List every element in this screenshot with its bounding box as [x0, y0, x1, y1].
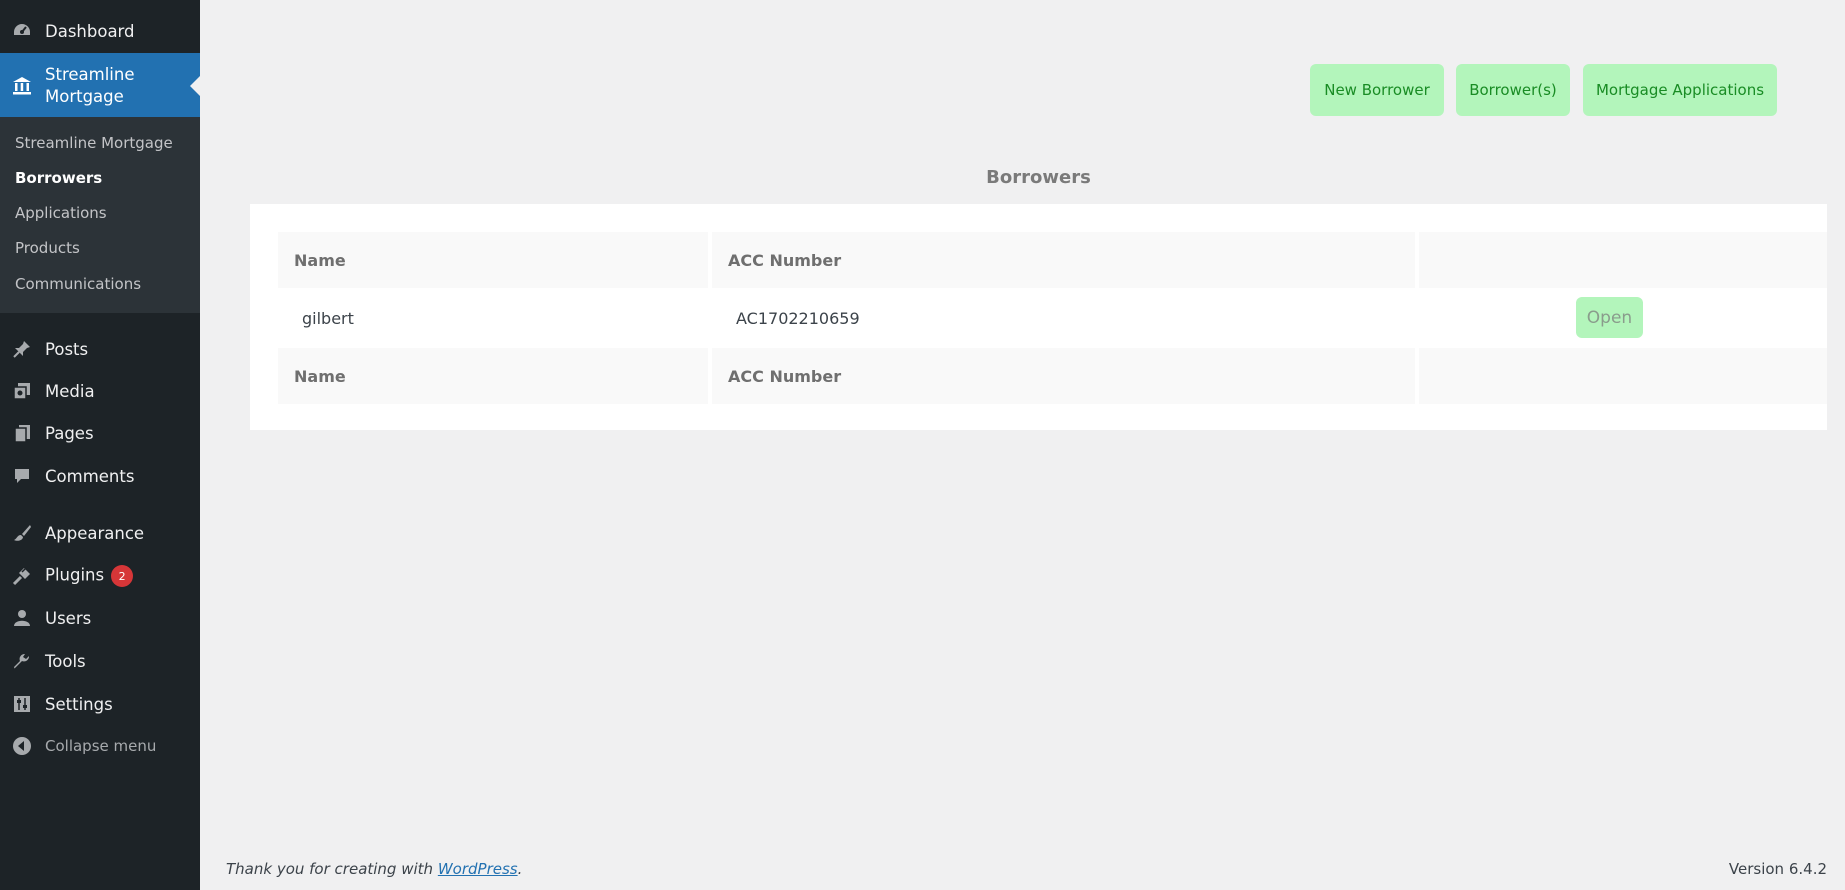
admin-sidebar: Dashboard Streamline Mortgage Streamline…	[0, 0, 200, 890]
menu-item-settings[interactable]: Settings	[0, 683, 200, 725]
menu-label: Posts	[45, 339, 89, 359]
update-count-badge: 2	[111, 565, 134, 587]
column-footer-actions	[1419, 348, 1827, 404]
menu-label: Comments	[45, 466, 135, 486]
menu-item-plugins[interactable]: Plugins 2	[0, 555, 200, 597]
menu-label: Tools	[45, 651, 86, 671]
plugins-label: Plugins	[45, 565, 105, 585]
menu-label: Appearance	[45, 523, 145, 543]
menu-label: Settings	[45, 694, 113, 714]
menu-label: Collapse menu	[45, 737, 157, 755]
mortgage-applications-button[interactable]: Mortgage Applications	[1583, 64, 1777, 116]
page-title: Borrowers	[986, 167, 1091, 188]
wrench-icon	[11, 650, 33, 672]
wordpress-link[interactable]: WordPress	[438, 860, 518, 878]
dashboard-icon	[11, 20, 33, 42]
submenu-item-applications[interactable]: Applications	[15, 204, 107, 222]
menu-item-users[interactable]: Users	[0, 597, 200, 639]
footer-thanks-prefix: Thank you for creating with	[226, 860, 438, 878]
collapse-icon	[11, 735, 33, 757]
menu-item-tools[interactable]: Tools	[0, 640, 200, 682]
borrowers-button[interactable]: Borrower(s)	[1456, 64, 1570, 116]
submenu-streamline-mortgage: Streamline Mortgage Borrowers Applicatio…	[0, 117, 200, 313]
menu-item-posts[interactable]: Posts	[0, 328, 200, 370]
paintbrush-icon	[11, 522, 33, 544]
pages-icon	[11, 422, 33, 444]
bank-icon	[11, 75, 33, 97]
menu-label: Plugins 2	[45, 565, 134, 587]
submenu-item-streamline-mortgage[interactable]: Streamline Mortgage	[15, 134, 173, 152]
menu-item-appearance[interactable]: Appearance	[0, 512, 200, 554]
open-borrower-button[interactable]: Open	[1576, 297, 1643, 338]
column-header-actions	[1419, 232, 1827, 288]
menu-item-pages[interactable]: Pages	[0, 412, 200, 454]
submenu-item-products[interactable]: Products	[15, 239, 80, 257]
current-menu-arrow	[190, 75, 200, 96]
column-footer-name: Name	[278, 348, 708, 404]
column-header-name: Name	[278, 232, 708, 288]
menu-item-comments[interactable]: Comments	[0, 455, 200, 497]
menu-item-media[interactable]: Media	[0, 370, 200, 412]
cell-acc-number: AC1702210659	[736, 308, 860, 328]
menu-label: Media	[45, 381, 95, 401]
table-footer-row: Name ACC Number	[278, 348, 1827, 404]
table-header-row: Name ACC Number	[278, 232, 1827, 288]
submenu-item-communications[interactable]: Communications	[15, 275, 141, 293]
user-icon	[11, 607, 33, 629]
pushpin-icon	[11, 338, 33, 360]
menu-label: Pages	[45, 423, 94, 443]
footer-thanks-suffix: .	[517, 860, 523, 878]
menu-label: Users	[45, 608, 92, 628]
menu-item-dashboard[interactable]: Dashboard	[0, 10, 200, 52]
submenu-item-borrowers[interactable]: Borrowers	[15, 169, 102, 187]
column-footer-acc-number: ACC Number	[712, 348, 1415, 404]
settings-icon	[11, 693, 33, 715]
column-header-acc-number: ACC Number	[712, 232, 1415, 288]
cell-borrower-name: gilbert	[302, 308, 354, 328]
footer-thanks: Thank you for creating with WordPress.	[226, 860, 522, 878]
menu-item-streamline-mortgage[interactable]: Streamline Mortgage	[0, 53, 200, 118]
footer-version: Version 6.4.2	[1728, 860, 1827, 878]
plugin-icon	[11, 565, 33, 587]
menu-label: Dashboard	[45, 21, 135, 41]
collapse-menu-button[interactable]: Collapse menu	[0, 725, 200, 767]
menu-label: Streamline Mortgage	[45, 64, 135, 106]
new-borrower-button[interactable]: New Borrower	[1310, 64, 1444, 116]
media-icon	[11, 380, 33, 402]
comment-icon	[11, 465, 33, 487]
